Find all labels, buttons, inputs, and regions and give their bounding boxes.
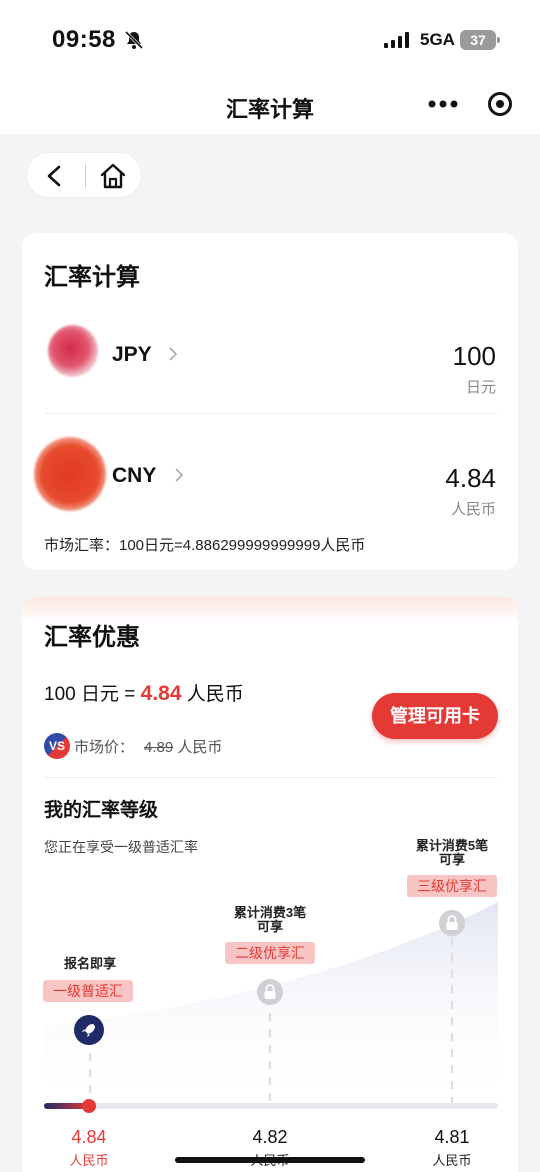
market-price-unit: 人民币 (173, 739, 223, 756)
promo-card: 汇率优惠 100 日元 = 4.84 人民币 VS 市场价： 4.89 人民币 管… (22, 597, 518, 1172)
section-divider (44, 777, 498, 778)
tier3-badge: 三级优享汇 (407, 875, 497, 897)
status-time: 09:58 (52, 26, 116, 53)
tier2-note-line1: 累计消费3笔 (233, 905, 307, 920)
promo-value: 4.84 (140, 682, 182, 705)
rocket-icon (74, 1015, 104, 1045)
market-price: 市场价： 4.89 人民币 (74, 736, 222, 757)
tier2-badge: 二级优享汇 (225, 942, 315, 964)
tier2-rate: 4.82 (252, 1127, 288, 1147)
vs-icon: VS (44, 733, 70, 759)
tier1-rate: 4.84 (71, 1127, 107, 1147)
lock-icon (439, 910, 465, 936)
target-icon[interactable] (488, 92, 512, 116)
market-price-label: 市场价： (74, 739, 135, 756)
row-divider (44, 413, 498, 414)
to-amount[interactable]: 4.84 (445, 463, 496, 494)
tier2-note-line2: 可享 (256, 919, 283, 934)
tier1-note: 报名即享 (63, 956, 116, 971)
battery-icon: 37 (460, 30, 500, 50)
progress-track (44, 1103, 498, 1109)
mini-program-capsule (410, 84, 526, 124)
manage-cards-button[interactable]: 管理可用卡 (372, 693, 498, 739)
tier1-badge: 一级普适汇 (43, 980, 133, 1002)
home-icon[interactable] (99, 162, 127, 190)
tier3-unit: 人民币 (432, 1153, 472, 1168)
back-home-pill (26, 152, 142, 198)
promo-suffix: 人民币 (181, 684, 244, 705)
tier3-note-line1: 累计消费5笔 (415, 838, 489, 853)
home-indicator[interactable] (175, 1157, 365, 1163)
promo-title: 汇率优惠 (44, 624, 140, 651)
from-unit: 日元 (465, 379, 496, 396)
more-dots-icon[interactable] (428, 100, 458, 108)
status-bar: 09:58 5GA 37 (0, 0, 540, 78)
to-currency-code[interactable]: CNY (112, 464, 156, 488)
tier1-unit: 人民币 (69, 1153, 109, 1168)
network-type: 5GA (420, 30, 455, 49)
chevron-right-icon[interactable] (174, 468, 184, 482)
from-amount-input[interactable]: 100 (453, 341, 496, 372)
from-currency-code[interactable]: JPY (112, 343, 152, 367)
bell-off-icon (124, 30, 144, 50)
tier2-note: 累计消费3笔 可享 (220, 906, 320, 934)
signal-icon (384, 32, 409, 48)
market-price-value: 4.89 (144, 739, 174, 756)
converter-title: 汇率计算 (44, 264, 140, 291)
lock-icon (257, 979, 283, 1005)
tier3-note-line2: 可享 (438, 852, 465, 867)
pill-divider (85, 164, 86, 188)
jpy-flag-icon (48, 325, 98, 377)
cny-flag-icon (34, 437, 106, 511)
to-unit: 人民币 (450, 501, 496, 518)
tier3-rate: 4.81 (434, 1127, 470, 1147)
tier3-note: 累计消费5笔 可享 (402, 839, 502, 867)
levels-title: 我的汇率等级 (44, 800, 159, 821)
nav-bar: 汇率计算 (0, 78, 540, 134)
converter-card: 汇率计算 JPY 100 日元 CNY 4.84 人民币 市场汇率：100日元=… (22, 233, 518, 570)
market-rate-text: 市场汇率：100日元=4.886299999999999人民币 (44, 537, 366, 554)
promo-rate-line: 100 日元 = 4.84 人民币 (44, 679, 244, 706)
chevron-right-icon[interactable] (168, 347, 178, 361)
progress-knob (82, 1099, 96, 1113)
back-arrow-icon[interactable] (45, 165, 63, 187)
promo-prefix: 100 日元 = (44, 684, 141, 705)
